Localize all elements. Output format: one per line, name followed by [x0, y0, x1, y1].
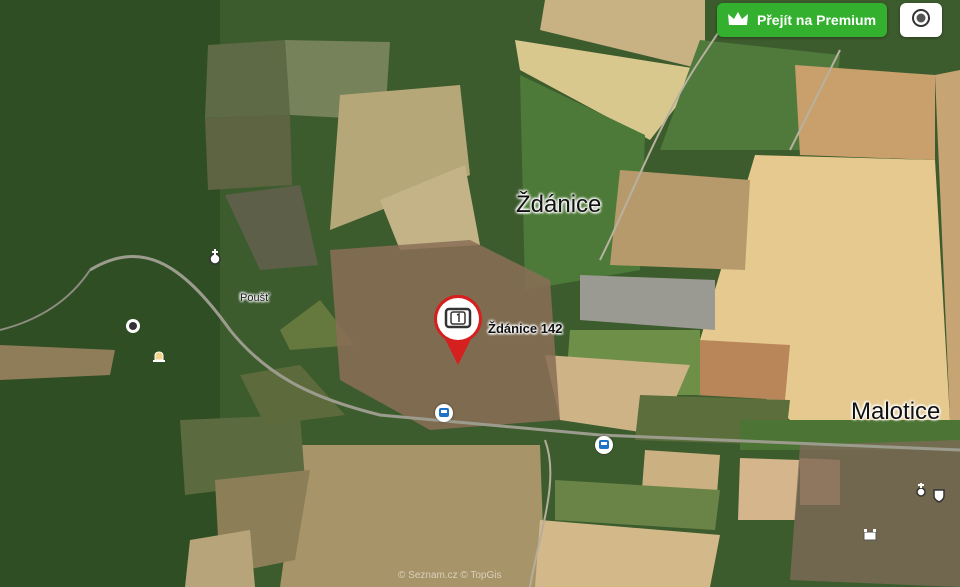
premium-button[interactable]: Přejít na Premium [717, 3, 887, 37]
place-label-zdanice: Ždánice [516, 191, 602, 218]
map-layer-button[interactable] [900, 3, 942, 37]
location-pin-marker[interactable] [433, 294, 483, 367]
aerial-imagery [0, 0, 960, 587]
bus-stop-icon[interactable] [435, 404, 453, 422]
castle-icon[interactable] [862, 527, 878, 543]
place-label-malotice: Malotice [851, 398, 941, 425]
map-copyright: © Seznam.cz © TopGis [398, 570, 502, 581]
place-label-poust: Poušť [240, 292, 270, 304]
crown-icon [727, 11, 749, 30]
premium-label: Přejít na Premium [757, 12, 877, 28]
address-label: Ždánice 142 [488, 321, 563, 336]
viewpoint-icon[interactable] [124, 317, 142, 335]
target-icon [911, 8, 931, 33]
shield-icon[interactable] [931, 488, 947, 504]
bell-icon[interactable] [151, 348, 167, 364]
church-icon[interactable] [913, 482, 929, 498]
map-canvas[interactable]: Ždánice Malotice Poušť Ždánice 142 Přejí… [0, 0, 960, 587]
bus-stop-icon[interactable] [595, 436, 613, 454]
church-icon[interactable] [206, 248, 224, 266]
